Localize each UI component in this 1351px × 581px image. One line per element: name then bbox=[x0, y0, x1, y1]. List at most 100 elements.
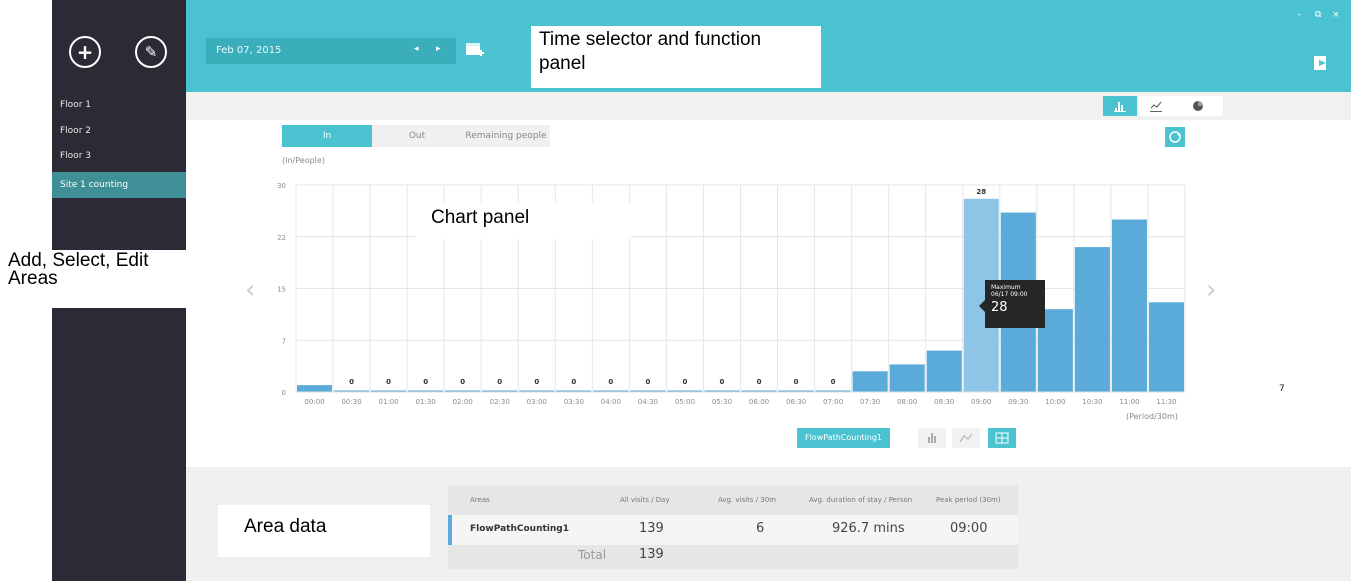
bar bbox=[297, 385, 333, 392]
x-axis-unit: (Period/30m) bbox=[1126, 412, 1178, 421]
chart-mode-bar[interactable] bbox=[918, 428, 946, 448]
annotation-time-selector: Time selector and function panel bbox=[531, 26, 821, 88]
x-tick-label: 05:00 bbox=[675, 398, 695, 406]
x-tick-label: 03:30 bbox=[564, 398, 584, 406]
annotation-areas: Add, Select, Edit Areas bbox=[0, 250, 200, 308]
data-label: 0 bbox=[794, 378, 799, 386]
data-label: 0 bbox=[645, 378, 650, 386]
export-icon[interactable] bbox=[1313, 55, 1329, 71]
total-value: 139 bbox=[639, 547, 664, 562]
sidebar-item-floor-2[interactable]: Floor 2 bbox=[52, 119, 186, 143]
chart-tooltip: Maximum 06/17 09:00 28 bbox=[985, 280, 1045, 328]
data-label: 0 bbox=[831, 378, 836, 386]
area-chart-icon bbox=[959, 433, 973, 443]
x-tick-label: 07:30 bbox=[860, 398, 880, 406]
pie-chart-view-tab[interactable] bbox=[1173, 96, 1223, 116]
x-tick-label: 09:00 bbox=[971, 398, 991, 406]
grid-icon bbox=[995, 432, 1009, 444]
bar bbox=[926, 350, 962, 392]
x-tick-label: 04:00 bbox=[601, 398, 621, 406]
header-avg-duration: Avg. duration of stay / Person bbox=[809, 496, 913, 504]
window-minimize-button[interactable]: – bbox=[1297, 10, 1302, 20]
bar-chart-icon bbox=[1114, 102, 1126, 112]
sidebar-item-floor-3[interactable]: Floor 3 bbox=[52, 144, 186, 168]
annotation-chart-panel: Chart panel bbox=[415, 203, 630, 239]
sidebar-item-floor-1[interactable]: Floor 1 bbox=[52, 93, 186, 117]
x-tick-label: 11:30 bbox=[1156, 398, 1176, 406]
line-chart-view-tab[interactable] bbox=[1139, 96, 1173, 116]
x-tick-label: 06:30 bbox=[786, 398, 806, 406]
x-tick-label: 10:30 bbox=[1082, 398, 1102, 406]
tooltip-time: 06/17 09:00 bbox=[991, 291, 1028, 298]
x-tick-label: 08:00 bbox=[897, 398, 917, 406]
bar bbox=[1074, 247, 1110, 392]
add-area-button[interactable]: + bbox=[69, 36, 101, 68]
x-tick-label: 00:00 bbox=[304, 398, 324, 406]
tab-remaining-people[interactable]: Remaining people bbox=[462, 125, 550, 147]
data-label: 0 bbox=[460, 378, 465, 386]
refresh-button[interactable] bbox=[1165, 127, 1185, 147]
tab-in[interactable]: In bbox=[282, 125, 372, 147]
cell-avg-duration: 926.7 mins bbox=[832, 521, 905, 536]
x-tick-label: 03:00 bbox=[527, 398, 547, 406]
data-label: 0 bbox=[608, 378, 613, 386]
header-areas: Areas bbox=[470, 496, 490, 504]
bar bbox=[889, 364, 925, 392]
x-tick-label: 02:00 bbox=[453, 398, 473, 406]
x-tick-label: 06:00 bbox=[749, 398, 769, 406]
window-restore-button[interactable]: ⧉ bbox=[1315, 10, 1321, 20]
data-label: 28 bbox=[976, 188, 986, 196]
cell-area-name: FlowPathCounting1 bbox=[470, 524, 569, 534]
plus-icon: + bbox=[76, 40, 94, 64]
next-date-button[interactable]: ▸ bbox=[436, 44, 441, 54]
bar bbox=[1148, 302, 1184, 392]
annotation-area-data: Area data bbox=[218, 505, 430, 557]
window-close-button[interactable]: × bbox=[1332, 10, 1340, 20]
data-label: 0 bbox=[720, 378, 725, 386]
data-label: 0 bbox=[683, 378, 688, 386]
calendar-add-icon[interactable] bbox=[465, 40, 485, 60]
line-chart-icon bbox=[1150, 101, 1162, 112]
chart-next-arrow[interactable]: › bbox=[1206, 275, 1216, 305]
sidebar-item-site-1-counting[interactable]: Site 1 counting bbox=[52, 172, 186, 198]
bar bbox=[852, 371, 888, 392]
bar bbox=[1111, 219, 1147, 392]
bar-chart-view-tab[interactable] bbox=[1103, 96, 1137, 116]
bar-chart: 3022157000:00000:30001:00001:30002:00002… bbox=[277, 182, 1186, 406]
bar-chart-icon bbox=[928, 433, 936, 443]
prev-date-button[interactable]: ◂ bbox=[414, 44, 419, 54]
chart-mode-area[interactable] bbox=[952, 428, 980, 448]
x-tick-label: 09:30 bbox=[1008, 398, 1028, 406]
row-indicator bbox=[448, 515, 452, 545]
legend-flowpathcounting1[interactable]: FlowPathCounting1 bbox=[797, 428, 890, 448]
data-label: 0 bbox=[534, 378, 539, 386]
y-tick-label: 15 bbox=[277, 286, 286, 294]
data-label: 0 bbox=[571, 378, 576, 386]
x-tick-label: 11:00 bbox=[1119, 398, 1139, 406]
chart-mode-table[interactable] bbox=[988, 428, 1016, 448]
side-value: 7 bbox=[1279, 384, 1285, 394]
tooltip-title: Maximum bbox=[991, 284, 1021, 291]
tooltip-pointer bbox=[979, 300, 985, 312]
x-tick-label: 07:00 bbox=[823, 398, 843, 406]
x-tick-label: 01:00 bbox=[379, 398, 399, 406]
x-tick-label: 00:30 bbox=[341, 398, 361, 406]
brush-icon: ✎ bbox=[144, 43, 158, 61]
x-tick-label: 04:30 bbox=[638, 398, 658, 406]
cell-all-visits: 139 bbox=[639, 521, 664, 536]
header-all-visits: All visits / Day bbox=[620, 496, 670, 504]
y-tick-label: 0 bbox=[282, 389, 286, 397]
x-tick-label: 10:00 bbox=[1045, 398, 1065, 406]
edit-area-button[interactable]: ✎ bbox=[135, 36, 167, 68]
tab-out[interactable]: Out bbox=[372, 125, 462, 147]
x-tick-label: 01:30 bbox=[416, 398, 436, 406]
chart-prev-arrow[interactable]: ‹ bbox=[245, 275, 255, 305]
header-peak-period: Peak period (30m) bbox=[936, 496, 1001, 504]
y-tick-label: 30 bbox=[277, 182, 286, 190]
refresh-icon bbox=[1169, 131, 1181, 143]
data-label: 0 bbox=[349, 378, 354, 386]
data-label: 0 bbox=[386, 378, 391, 386]
data-label: 0 bbox=[423, 378, 428, 386]
header-avg-visits: Avg. visits / 30m bbox=[718, 496, 777, 504]
data-label: 0 bbox=[497, 378, 502, 386]
